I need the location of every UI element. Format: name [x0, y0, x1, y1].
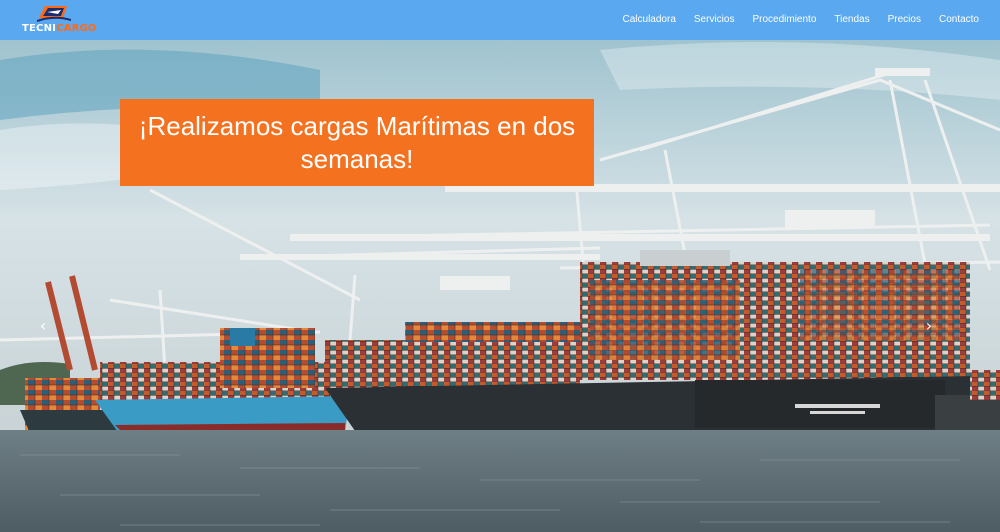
chevron-right-icon[interactable]: › [920, 316, 938, 336]
hero-carousel: ¡Realizamos cargas Marítimas en dos sema… [0, 40, 1000, 532]
navbar: TECNICARGO Calculadora Servicios Procedi… [0, 0, 1000, 40]
hero-headline: ¡Realizamos cargas Marítimas en dos sema… [138, 110, 576, 174]
nav-link-precios[interactable]: Precios [879, 0, 930, 40]
truck-plane-icon [37, 6, 71, 22]
nav-link-servicios[interactable]: Servicios [685, 0, 744, 40]
headline-banner: ¡Realizamos cargas Marítimas en dos sema… [120, 99, 594, 186]
nav-link-calculadora[interactable]: Calculadora [614, 0, 685, 40]
logo-text-part2: CARGO [56, 23, 97, 34]
nav-link-procedimiento[interactable]: Procedimiento [743, 0, 825, 40]
logo-text-part1: TECNI [22, 23, 57, 34]
logo-text: TECNICARGO [22, 23, 97, 34]
main-nav: Calculadora Servicios Procedimiento Tien… [614, 0, 988, 40]
chevron-left-icon[interactable]: ‹ [34, 316, 52, 336]
brand-logo[interactable]: TECNICARGO [22, 2, 96, 38]
nav-link-tiendas[interactable]: Tiendas [825, 0, 878, 40]
nav-link-contacto[interactable]: Contacto [930, 0, 988, 40]
